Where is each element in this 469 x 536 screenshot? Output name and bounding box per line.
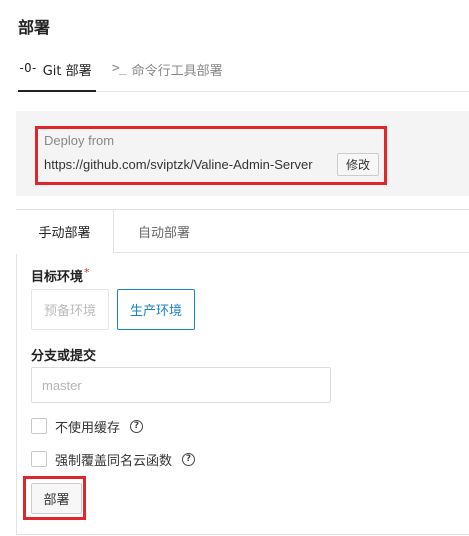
deploy-method-tabs: -O- Git 部署 >_ 命令行工具部署 bbox=[16, 50, 469, 92]
force-overwrite-option: 强制覆盖同名云函数 ? bbox=[31, 450, 196, 469]
target-env-label: 目标环境* bbox=[31, 266, 90, 285]
no-cache-option: 不使用缓存 ? bbox=[31, 417, 144, 436]
force-overwrite-label: 强制覆盖同名云函数 bbox=[55, 453, 173, 469]
terminal-icon: >_ bbox=[112, 60, 127, 76]
repository-url: https://github.com/sviptzk/Valine-Admin-… bbox=[44, 157, 313, 172]
no-cache-label: 不使用缓存 bbox=[55, 420, 121, 436]
help-icon[interactable]: ? bbox=[182, 452, 196, 466]
tab-git-deploy-label: Git 部署 bbox=[42, 64, 92, 79]
no-cache-checkbox[interactable] bbox=[31, 418, 47, 434]
tab-auto-deploy[interactable]: 自动部署 bbox=[115, 210, 213, 253]
deploy-button[interactable]: 部署 bbox=[31, 483, 82, 514]
help-icon[interactable]: ? bbox=[130, 419, 144, 433]
required-marker: * bbox=[84, 266, 90, 279]
tab-git-deploy[interactable]: -O- Git 部署 bbox=[18, 60, 96, 92]
tab-cli-deploy-label: 命令行工具部署 bbox=[131, 64, 223, 79]
branch-input[interactable] bbox=[31, 367, 331, 403]
deploy-mode-tabs: 手动部署 自动部署 bbox=[16, 210, 469, 254]
tab-cli-deploy[interactable]: >_ 命令行工具部署 bbox=[112, 60, 223, 92]
target-env-label-text: 目标环境 bbox=[31, 270, 84, 285]
branch-label: 分支或提交 bbox=[31, 349, 97, 364]
tab-manual-deploy[interactable]: 手动部署 bbox=[16, 210, 114, 254]
env-staging-button[interactable]: 预备环境 bbox=[31, 289, 109, 330]
deploy-from-label: Deploy from bbox=[44, 133, 115, 148]
page-title: 部署 bbox=[18, 18, 51, 37]
edit-repository-button[interactable]: 修改 bbox=[337, 153, 379, 176]
git-commit-icon: -O- bbox=[18, 61, 38, 75]
env-production-button[interactable]: 生产环境 bbox=[117, 289, 195, 330]
force-overwrite-checkbox[interactable] bbox=[31, 451, 47, 467]
